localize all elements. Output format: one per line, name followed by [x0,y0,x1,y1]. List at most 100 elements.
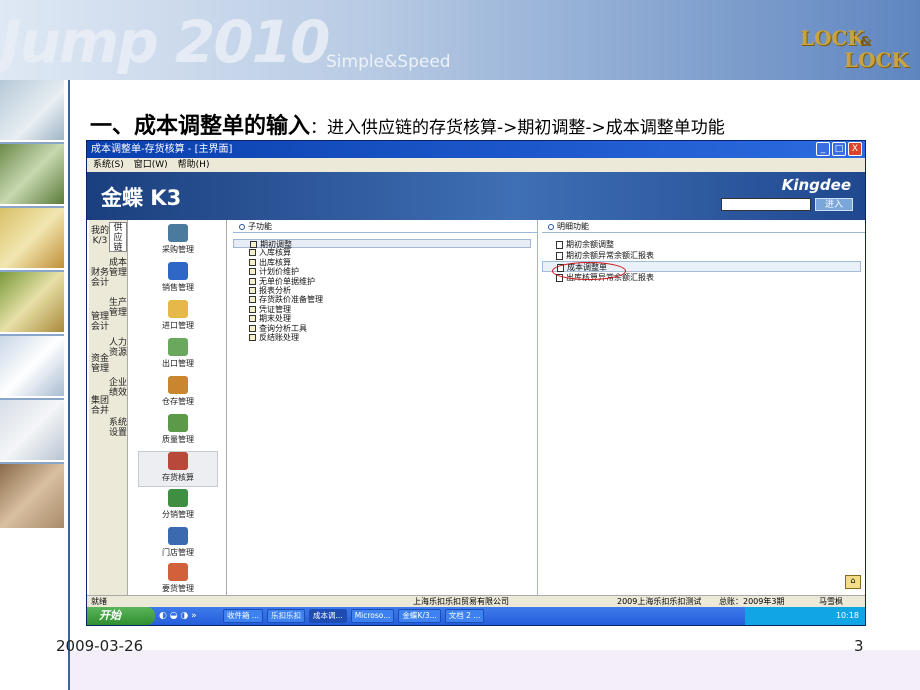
module-import[interactable]: 进口管理 [138,300,218,336]
sub-item-query-tools[interactable]: 查询分析工具 [233,324,537,333]
header-dot-icon [548,223,554,230]
sub-item-voucher[interactable]: 凭证管理 [233,305,537,314]
sub-function-panel: 子功能 期初调整 入库核算 出库核算 计划价维护 无单价单据维护 报表分析 存货… [233,220,538,595]
menu-help[interactable]: 帮助(H) [178,158,210,172]
slide-title: 一、成本调整单的输入：进入供应链的存货核算->期初调整->成本调整单功能 [90,114,725,139]
k3-banner: 金蝶 K3 Kingdee 进入 [87,172,865,220]
product-photo [0,80,64,142]
tab-hr[interactable]: 人力资源 [109,338,127,358]
quality-icon [168,414,188,432]
slide-date: 2009-03-26 [56,637,144,655]
tab-mgmt-accounting[interactable]: 管理会计 [91,312,109,332]
warehouse-icon [168,376,188,394]
sub-item-opening-adjust[interactable]: 期初调整 [233,239,531,249]
main-content: 我的K/3 供应链 财务会计 成本管理 管理会计 生产管理 资金管理 人力资源 … [87,220,865,595]
header-dot-icon [239,223,245,230]
maximize-button[interactable]: □ [832,142,846,156]
sub-item-no-price[interactable]: 无单价单据维护 [233,277,537,286]
menu-system[interactable]: 系统(S) [93,158,124,172]
task-inbox[interactable]: 收件箱 ... [223,609,264,623]
detail-function-header: 明细功能 [542,220,865,233]
book-icon [249,315,256,323]
background-title: Jump 2010 [0,8,330,76]
book-icon [249,296,256,304]
detail-item-opening-balance[interactable]: 期初余额调整 [542,239,865,250]
document-icon [556,252,563,260]
slide-page-number: 3 [854,637,864,655]
enter-button[interactable]: 进入 [815,198,853,211]
module-order[interactable]: 要货管理 [138,563,218,593]
book-icon [249,286,256,294]
sub-item-plan-price[interactable]: 计划价维护 [233,267,537,276]
book-icon [249,333,256,341]
tab-finance[interactable]: 财务会计 [91,268,109,288]
document-icon [556,241,563,249]
book-icon [249,258,256,266]
detail-item-opening-abnormal[interactable]: 期初余额异常余额汇报表 [542,250,865,261]
tab-funds[interactable]: 资金管理 [91,354,109,374]
task-microsoft[interactable]: Microso... [350,609,395,623]
kingdee-logo: Kingdee [781,176,851,194]
tab-supply-chain[interactable]: 供应链 [109,222,127,253]
module-export[interactable]: 出口管理 [138,338,218,374]
window-title: 成本调整单-存货核算 - [主界面] [91,144,233,155]
window-titlebar[interactable]: 成本调整单-存货核算 - [主界面] _ □ X [87,141,865,158]
module-warehouse[interactable]: 仓存管理 [138,376,218,412]
distribution-icon [168,489,188,507]
product-photo [0,144,64,206]
vertical-tabs: 我的K/3 供应链 财务会计 成本管理 管理会计 生产管理 资金管理 人力资源 … [89,220,127,595]
photo-strip [0,80,64,530]
task-kingdee[interactable]: 金蝶K/3... [398,609,441,623]
store-icon [168,527,188,545]
highlight-oval [552,262,626,280]
module-store[interactable]: 门店管理 [138,527,218,563]
divider [68,80,70,690]
background-subtitle: Simple&Speed [326,52,451,72]
tab-group[interactable]: 集团合并 [91,396,109,416]
task-lock[interactable]: 乐扣乐扣 [267,609,306,623]
status-bar: 就绪 上海乐扣乐扣贸易有限公司 2009上海乐扣乐扣测试 总账：2009年3期 … [87,595,865,607]
order-icon [168,563,188,581]
tab-system[interactable]: 系统设置 [109,418,127,438]
sub-item-outbound-calc[interactable]: 出库核算 [233,258,537,267]
start-button[interactable]: 开始 [87,607,155,625]
book-icon [249,305,256,313]
tab-cost[interactable]: 成本管理 [109,258,127,278]
sales-truck-icon [168,262,188,280]
tray-clock[interactable]: 10:18 [836,611,859,620]
product-photo [0,208,64,270]
export-icon [168,338,188,356]
sub-item-impairment[interactable]: 存货跌价准备管理 [233,295,537,304]
book-icon [249,277,256,285]
menu-window[interactable]: 窗口(W) [134,158,168,172]
menubar: 系统(S) 窗口(W) 帮助(H) [87,158,865,172]
quick-search-input[interactable] [721,198,811,211]
product-photo [0,336,64,398]
product-photo [0,272,64,334]
product-photo [0,400,64,462]
module-quality[interactable]: 质量管理 [138,414,218,450]
task-cost-adjust[interactable]: 成本调... [309,609,347,623]
k3-window: 成本调整单-存货核算 - [主界面] _ □ X 系统(S) 窗口(W) 帮助(… [86,140,866,626]
folder-icon[interactable]: ⌂ [845,575,861,589]
product-photo [0,464,64,530]
module-sales[interactable]: 销售管理 [138,262,218,298]
close-button[interactable]: X [848,142,862,156]
minimize-button[interactable]: _ [816,142,830,156]
lock-lock-logo: LOCK & LOCK [800,26,909,72]
sub-item-report[interactable]: 报表分析 [233,286,537,295]
quick-launch-icons[interactable]: ◐ ◒ ◑ » [159,611,219,621]
sub-item-period-end[interactable]: 期末处理 [233,314,537,323]
module-panel: 采购管理 销售管理 进口管理 出口管理 仓存管理 质量管理 存货核算 分销管理 … [127,220,267,595]
task-document[interactable]: 文档 2 ... [444,609,485,623]
tab-my-k3[interactable]: 我的K/3 [91,226,109,246]
tab-performance[interactable]: 企业绩效 [109,378,127,398]
tab-production[interactable]: 生产管理 [109,298,127,318]
inventory-calc-icon [168,452,188,470]
book-icon [250,241,257,248]
module-purchase[interactable]: 采购管理 [138,224,218,260]
sub-item-reverse-close[interactable]: 反结账处理 [233,333,537,342]
module-inventory-calc[interactable]: 存货核算 [138,451,218,487]
module-distribution[interactable]: 分销管理 [138,489,218,525]
sub-item-inbound-calc[interactable]: 入库核算 [233,248,537,257]
